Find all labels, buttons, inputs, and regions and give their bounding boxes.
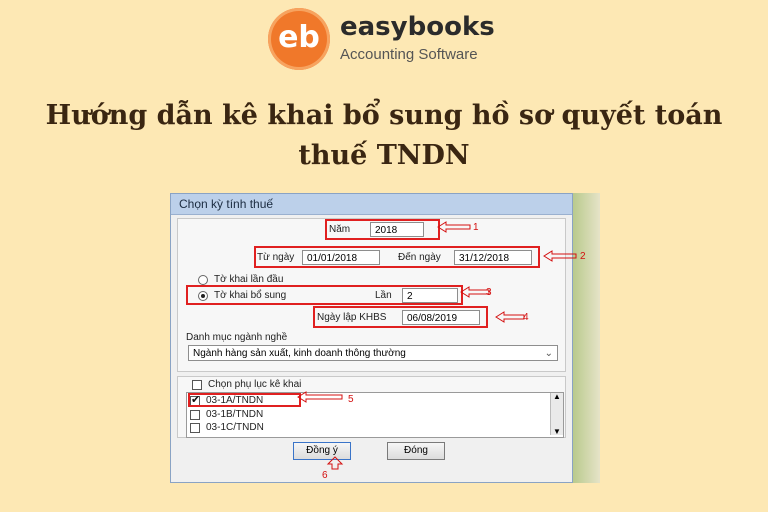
page-title-line-1: Hướng dẫn kê khai bổ sung hồ sơ quyết to… xyxy=(45,100,723,131)
background-window-edge xyxy=(572,193,600,483)
annotation-number: 3 xyxy=(486,287,492,298)
period-panel: Năm 2018 Từ ngày 01/01/2018 Đến ngày 31/… xyxy=(177,218,566,372)
highlight-3 xyxy=(186,285,463,305)
scroll-up-icon[interactable]: ▲ xyxy=(553,392,561,401)
scroll-down-icon[interactable]: ▼ xyxy=(553,427,561,436)
appendix-list: ✔ 03-1A/TNDN 03-1B/TNDN 03-1C/TNDN ▲ ▼ xyxy=(186,392,564,438)
appendix-label: Chọn phụ lục kê khai xyxy=(208,379,302,390)
arrow-left-icon xyxy=(543,250,577,262)
industry-select-value: Ngành hàng sản xuất, kinh doanh thông th… xyxy=(193,348,406,359)
logo-mark-text: eb xyxy=(278,20,320,55)
appendix-item-label[interactable]: 03-1C/TNDN xyxy=(206,422,264,433)
first-return-radio[interactable] xyxy=(198,275,208,285)
close-button[interactable]: Đóng xyxy=(387,442,445,460)
dialog-title: Chọn kỳ tính thuế xyxy=(171,194,572,215)
appendix-item-checkbox[interactable] xyxy=(190,423,200,433)
annotation-number: 1 xyxy=(473,222,479,233)
logo-mark-icon: eb xyxy=(268,8,330,70)
appendix-panel: Chọn phụ lục kê khai ✔ 03-1A/TNDN 03-1B/… xyxy=(177,376,566,438)
appendix-scrollbar[interactable]: ▲ ▼ xyxy=(550,392,563,436)
chevron-down-icon: ⌄ xyxy=(544,348,553,359)
appendix-item-checkbox[interactable] xyxy=(190,410,200,420)
annotation-number: 6 xyxy=(322,470,328,481)
first-return-label: Tờ khai lần đầu xyxy=(214,274,284,285)
brand-tagline: Accounting Software xyxy=(340,46,478,63)
brand-name: easybooks xyxy=(340,12,495,42)
industry-select[interactable]: Ngành hàng sản xuất, kinh doanh thông th… xyxy=(188,345,558,361)
highlight-5 xyxy=(188,393,301,407)
industry-label: Danh mục ngành nghề xyxy=(186,332,288,343)
highlight-2 xyxy=(254,246,540,268)
annotation-number: 4 xyxy=(523,312,529,323)
arrow-left-icon xyxy=(297,391,343,403)
appendix-item-label[interactable]: 03-1B/TNDN xyxy=(206,409,263,420)
page-title: Hướng dẫn kê khai bổ sung hồ sơ quyết to… xyxy=(40,96,728,176)
arrow-up-icon xyxy=(326,456,344,470)
page-title-line-2: thuế TNDN xyxy=(298,140,470,171)
period-dialog: Chọn kỳ tính thuế Năm 2018 Từ ngày 01/01… xyxy=(170,193,573,483)
highlight-4 xyxy=(313,306,488,328)
appendix-select-all-checkbox[interactable] xyxy=(192,380,202,390)
easybooks-logo: eb easybooks Accounting Software xyxy=(268,8,498,72)
highlight-1 xyxy=(325,219,440,240)
arrow-left-icon xyxy=(437,221,471,233)
annotation-number: 2 xyxy=(580,251,586,262)
annotation-number: 5 xyxy=(348,394,354,405)
